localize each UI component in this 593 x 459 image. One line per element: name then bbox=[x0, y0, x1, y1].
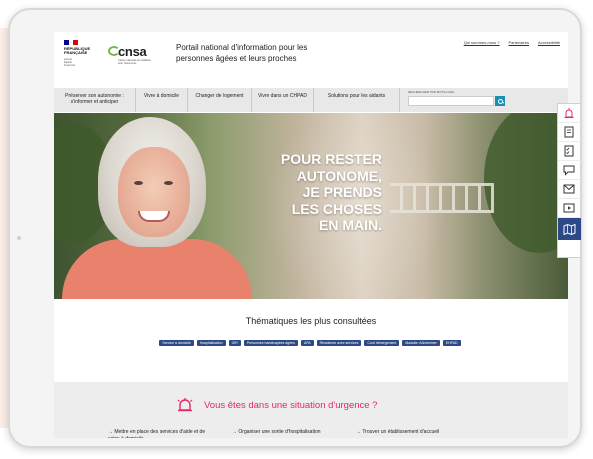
site-header: RÉPUBLIQUE FRANÇAISE Liberté Égalité Fra… bbox=[54, 32, 568, 84]
portal-title: Portail national d'information pour les … bbox=[176, 43, 308, 63]
tablet-camera bbox=[17, 236, 21, 240]
tag-alzheimer[interactable]: Maladie d'Alzheimer bbox=[402, 340, 440, 346]
search-box: RECHERCHER PAR MOTS-CLÉS bbox=[408, 90, 508, 110]
nav-item-vivre-a-domicile[interactable]: Vivre à domicile bbox=[136, 88, 188, 112]
tag-gir[interactable]: GIR bbox=[228, 340, 241, 346]
gov-logo-motto: Liberté Égalité Fraternité bbox=[64, 57, 76, 67]
toolbar-map-button[interactable] bbox=[557, 218, 581, 240]
alert-icon bbox=[564, 107, 574, 118]
link-accessibilite[interactable]: Accessibilité bbox=[538, 40, 560, 45]
tablet-frame: RÉPUBLIQUE FRANÇAISE Liberté Égalité Fra… bbox=[8, 8, 582, 448]
nav-item-solutions-aidants[interactable]: Solutions pour les aidants bbox=[314, 88, 400, 112]
tag-cout-hebergement[interactable]: Coût hébergement bbox=[364, 340, 400, 346]
document-icon bbox=[564, 126, 574, 138]
search-icon bbox=[497, 98, 503, 104]
cnsa-logo[interactable]: cnsa Caisse nationale de solidarité pour… bbox=[108, 44, 152, 70]
tag-service-domicile[interactable]: Service à domicile bbox=[159, 340, 194, 346]
gov-logo-line-2: FRANÇAISE bbox=[64, 50, 88, 56]
main-navigation: Préserver son autonomie : s'informer et … bbox=[54, 88, 568, 112]
urgence-heading: Vous êtes dans une situation d'urgence ? bbox=[176, 398, 377, 412]
video-icon bbox=[563, 203, 575, 213]
nav-item-vivre-chpad[interactable]: Vivre dans un CHPAD bbox=[252, 88, 314, 112]
urgence-links: → Mettre en place des services d'aide et… bbox=[108, 429, 456, 438]
urgence-section: Vous êtes dans une situation d'urgence ?… bbox=[54, 382, 568, 438]
tag-residence-services[interactable]: Résidence avec services bbox=[316, 340, 362, 346]
tag-apa[interactable]: APA bbox=[300, 340, 314, 346]
hero-woman-eye-left bbox=[134, 181, 143, 185]
themes-title: Thématiques les plus consultées bbox=[245, 316, 377, 326]
cnsa-wordmark: cnsa bbox=[118, 44, 147, 59]
nav-item-preserver-autonomie[interactable]: Préserver son autonomie : s'informer et … bbox=[54, 88, 136, 112]
hero-woman-sweater bbox=[62, 239, 252, 299]
french-flag-icon bbox=[64, 40, 79, 45]
theme-tags: Service à domicile Hospitalisation GIR P… bbox=[150, 340, 470, 346]
nav-item-changer-logement[interactable]: Changer de logement bbox=[188, 88, 252, 112]
hero-balcony-railing bbox=[390, 183, 494, 213]
search-button[interactable] bbox=[495, 96, 505, 106]
search-label: RECHERCHER PAR MOTS-CLÉS bbox=[408, 90, 455, 94]
chat-icon bbox=[563, 165, 575, 176]
side-toolbar bbox=[557, 103, 581, 258]
mail-icon bbox=[563, 184, 575, 194]
toolbar-alert-button[interactable] bbox=[557, 104, 581, 123]
hero-woman-face bbox=[118, 147, 190, 237]
map-icon bbox=[563, 223, 575, 235]
website-screen: RÉPUBLIQUE FRANÇAISE Liberté Égalité Fra… bbox=[54, 32, 568, 438]
toolbar-checklist-button[interactable] bbox=[557, 142, 581, 161]
hero-banner: POUR RESTER AUTONOME, JE PRENDS LES CHOS… bbox=[54, 113, 568, 299]
urgence-link-services-domicile[interactable]: → Mettre en place des services d'aide et… bbox=[108, 429, 208, 438]
link-qui-sommes-nous[interactable]: Qui sommes-nous ? bbox=[464, 40, 500, 45]
checklist-icon bbox=[564, 145, 574, 157]
top-links: Qui sommes-nous ? Partenaires Accessibil… bbox=[464, 40, 560, 45]
siren-icon bbox=[177, 398, 193, 412]
cnsa-subtitle: Caisse nationale de solidarité pour l'au… bbox=[118, 59, 151, 65]
toolbar-document-button[interactable] bbox=[557, 123, 581, 142]
hero-slogan: POUR RESTER AUTONOME, JE PRENDS LES CHOS… bbox=[280, 151, 382, 233]
tag-personnes-handicapees[interactable]: Personnes handicapées âgées bbox=[243, 340, 298, 346]
republique-francaise-logo[interactable]: RÉPUBLIQUE FRANÇAISE Liberté Égalité Fra… bbox=[64, 40, 100, 72]
search-input[interactable] bbox=[408, 96, 494, 106]
hero-woman-eye-right bbox=[164, 181, 173, 185]
urgence-link-sortie-hospitalisation[interactable]: → Organiser une sortie d'hospitalisation bbox=[232, 429, 332, 438]
toolbar-mail-button[interactable] bbox=[557, 180, 581, 199]
toolbar-chat-button[interactable] bbox=[557, 161, 581, 180]
tag-hospitalisation[interactable]: Hospitalisation bbox=[196, 340, 226, 346]
toolbar-video-button[interactable] bbox=[557, 199, 581, 218]
urgence-title: Vous êtes dans une situation d'urgence ? bbox=[204, 399, 378, 411]
tag-ehpad[interactable]: EHPAD bbox=[442, 340, 461, 346]
urgence-link-etablissement[interactable]: → Trouver un établissement d'accueil bbox=[356, 429, 456, 438]
link-partenaires[interactable]: Partenaires bbox=[509, 40, 529, 45]
